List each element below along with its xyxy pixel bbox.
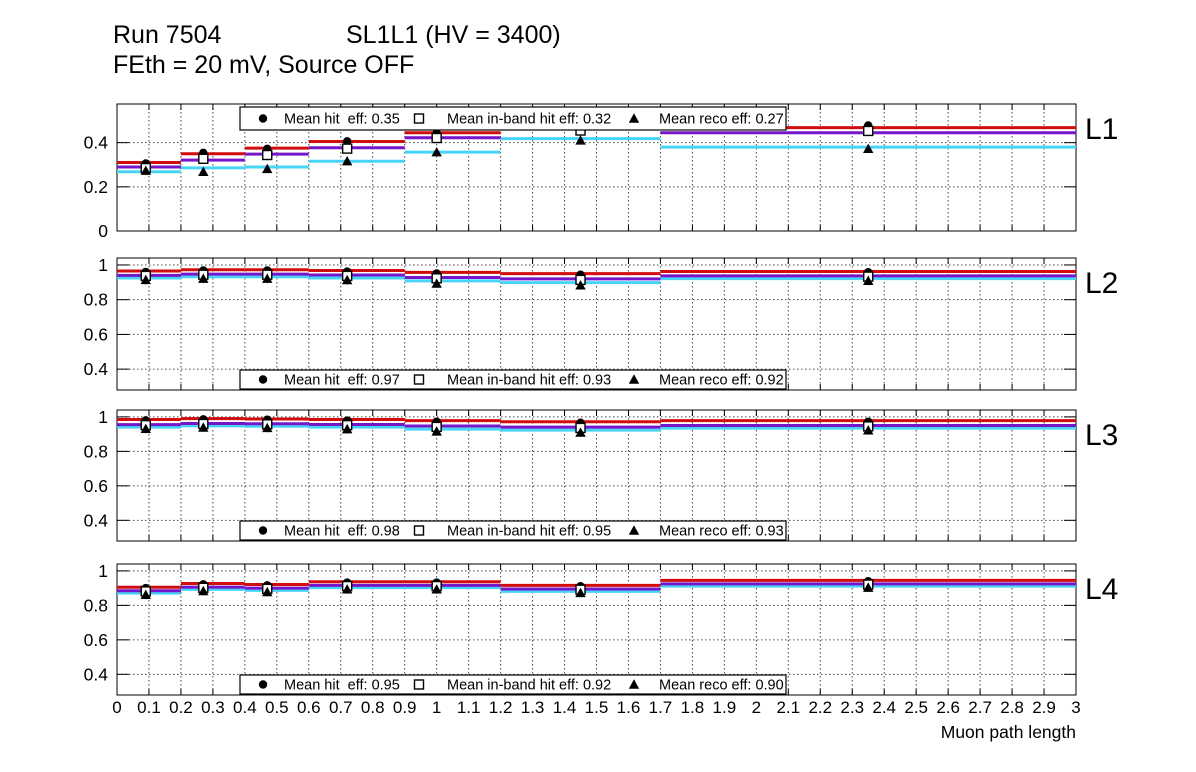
- x-tick-label: 0.1: [137, 698, 161, 717]
- x-tick-label: 1.4: [553, 698, 577, 717]
- y-tick-label: 0.4: [84, 664, 109, 684]
- y-tick-label: 1: [98, 407, 108, 427]
- inband-eff-marker-square: [863, 125, 874, 137]
- x-tick-label: 2.3: [840, 698, 864, 717]
- x-tick-label: 2.9: [1032, 698, 1056, 717]
- x-tick-label: 2.6: [936, 698, 960, 717]
- x-tick-label: 2.5: [904, 698, 928, 717]
- y-tick-label: 1: [98, 255, 108, 275]
- x-tick-label: 1.5: [585, 698, 609, 717]
- y-tick-label: 0.8: [84, 595, 108, 615]
- x-tick-label: 1.1: [457, 698, 481, 717]
- y-tick-label: 0.2: [84, 177, 108, 197]
- hit-eff-marker-circle: [258, 114, 268, 123]
- y-tick-label: 0.6: [84, 630, 108, 650]
- x-tick-label: 0.8: [361, 698, 385, 717]
- efficiency-plot-canvas: Run 7504 SL1L1 (HV = 3400) FEth = 20 mV,…: [0, 0, 1196, 772]
- y-tick-label: 1: [98, 561, 108, 581]
- x-tick-label: 0.7: [329, 698, 353, 717]
- y-tick-label: 0: [98, 221, 108, 241]
- inband-eff-marker-square: [198, 153, 209, 164]
- panel-label-L2: L2: [1085, 267, 1118, 300]
- x-tick-label: 1.3: [521, 698, 545, 717]
- inband-eff-marker-square: [341, 143, 353, 154]
- x-tick-label: 0.3: [201, 698, 225, 717]
- y-tick-label: 0.6: [84, 476, 108, 496]
- hit-eff-marker-circle: [258, 526, 268, 535]
- legend-label: Mean hit eff: 0.97: [284, 373, 400, 389]
- inband-eff-marker-square: [413, 525, 425, 536]
- x-tick-label: 2: [752, 698, 761, 717]
- hit-eff-marker-circle: [258, 680, 268, 689]
- x-tick-label: 1.9: [713, 698, 737, 717]
- panel-label-L4: L4: [1085, 573, 1118, 606]
- x-tick-label: 0.5: [265, 698, 289, 717]
- legend-label: Mean in-band hit eff: 0.92: [447, 678, 611, 694]
- x-axis-title: Muon path length: [941, 722, 1076, 742]
- x-tick-label: 0.2: [169, 698, 193, 717]
- legend-label: Mean in-band hit eff: 0.32: [447, 112, 611, 128]
- y-tick-label: 0.4: [84, 359, 109, 379]
- x-tick-label: 1.2: [489, 698, 513, 717]
- y-tick-label: 0.6: [84, 324, 108, 344]
- x-tick-label: 0: [112, 698, 121, 717]
- y-tick-label: 0.4: [84, 133, 109, 153]
- x-tick-label: 0.6: [297, 698, 321, 717]
- x-tick-label: 2.8: [1000, 698, 1024, 717]
- inband-eff-marker-square: [431, 132, 442, 144]
- x-tick-label: 3: [1071, 698, 1080, 717]
- x-tick-label: 1.6: [617, 698, 641, 717]
- legend-label: Mean reco eff: 0.27: [659, 112, 784, 128]
- y-tick-label: 0.8: [84, 441, 108, 461]
- x-tick-label: 2.1: [776, 698, 800, 717]
- y-tick-label: 0.8: [84, 290, 108, 310]
- panel-label-L1: L1: [1085, 113, 1118, 146]
- legend-label: Mean hit eff: 0.35: [284, 112, 400, 128]
- x-tick-label: 1.7: [649, 698, 673, 717]
- inband-eff-marker-square: [413, 679, 425, 690]
- y-tick-label: 0.4: [84, 510, 109, 530]
- legend-label: Mean in-band hit eff: 0.93: [447, 373, 611, 389]
- hit-eff-marker-circle: [258, 375, 268, 384]
- inband-eff-marker-square: [413, 113, 425, 124]
- x-tick-label: 2.4: [872, 698, 896, 717]
- x-tick-label: 1: [432, 698, 441, 717]
- x-tick-label: 1.8: [681, 698, 705, 717]
- panel-label-L3: L3: [1085, 419, 1118, 452]
- inband-eff-marker-square: [413, 374, 425, 385]
- x-tick-label: 2.2: [808, 698, 832, 717]
- legend-label: Mean reco eff: 0.93: [659, 524, 784, 540]
- legend-label: Mean in-band hit eff: 0.95: [447, 524, 611, 540]
- x-tick-label: 2.7: [968, 698, 992, 717]
- efficiency-chart: 0 0.2 0.4 Mean hit eff: 0.35 Mean in-band hi…: [84, 103, 1118, 742]
- legend-label: Mean hit eff: 0.95: [284, 678, 400, 694]
- x-tick-label: 0.4: [233, 698, 257, 717]
- legend-label: Mean reco eff: 0.92: [659, 373, 784, 389]
- inband-eff-marker-square: [262, 149, 273, 161]
- x-tick-label: 0.9: [393, 698, 417, 717]
- legend-label: Mean reco eff: 0.90: [659, 678, 784, 694]
- legend-label: Mean hit eff: 0.98: [284, 524, 400, 540]
